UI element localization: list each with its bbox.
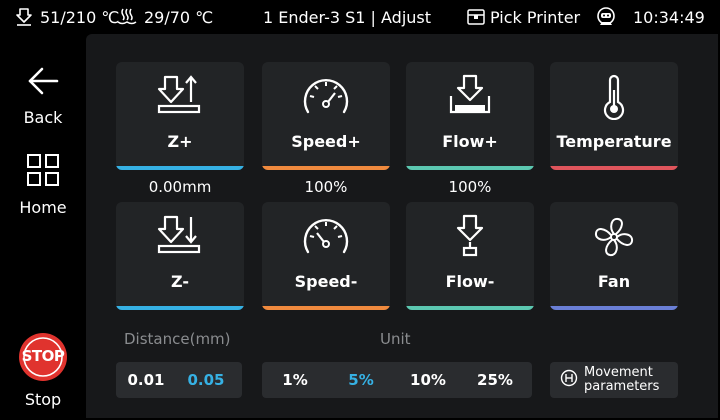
- unit-option-5[interactable]: 5%: [328, 371, 394, 389]
- printer-title: 1 Ender-3 S1 | Adjust: [263, 7, 432, 27]
- flow-down-label: Flow-: [445, 272, 495, 291]
- bed-heat-icon: [116, 7, 138, 27]
- speed-down-color-bar: [262, 306, 390, 310]
- grid-home-icon: [25, 152, 61, 192]
- sidebar: Back Home STOP Stop: [0, 34, 86, 420]
- speedometer-icon: [301, 214, 351, 264]
- speed-value: 100%: [304, 178, 348, 196]
- flow-value: 100%: [448, 178, 492, 196]
- speed-up-color-bar: [262, 166, 390, 170]
- distance-option-0-01[interactable]: 0.01: [116, 371, 176, 389]
- movement-label-line1: Movement: [584, 365, 653, 380]
- fan-icon: [591, 214, 637, 264]
- nozzle-icon: [14, 7, 34, 27]
- pick-printer-button[interactable]: Pick Printer: [466, 0, 580, 34]
- pick-printer-label: Pick Printer: [490, 7, 581, 27]
- z-down-button[interactable]: Z-: [116, 202, 244, 310]
- z-up-label: Z+: [167, 132, 193, 151]
- z-up-button[interactable]: Z+: [116, 62, 244, 170]
- z-up-color-bar: [116, 166, 244, 170]
- flow-up-label: Flow+: [442, 132, 498, 151]
- movement-label: Movement parameters: [584, 366, 659, 394]
- fan-button[interactable]: Fan: [550, 202, 678, 310]
- fan-color-bar: [550, 306, 678, 310]
- distance-option-0-05[interactable]: 0.05: [176, 371, 236, 389]
- speed-up-button[interactable]: Speed+: [262, 62, 390, 170]
- movement-icon: [560, 369, 578, 391]
- temperature-label: Temperature: [556, 132, 672, 151]
- flow-down-icon: [447, 214, 493, 262]
- z-down-color-bar: [116, 306, 244, 310]
- stop-label: Stop: [24, 390, 62, 409]
- unit-option-25[interactable]: 25%: [462, 371, 528, 389]
- adjust-panel: Z+ 0.00mm Speed+ 100% Flow+ 100% Tempera…: [86, 34, 718, 418]
- thermometer-icon: [599, 74, 629, 124]
- bed-temp-text: 29/70 ℃: [144, 7, 214, 27]
- home-label: Home: [19, 198, 67, 217]
- stop-icon: STOP: [18, 332, 68, 382]
- status-bar: 51/210 ℃ 29/70 ℃ 1 Ender-3 S1 | Adjust P…: [0, 0, 720, 34]
- nozzle-temp-indicator: 51/210 ℃: [14, 0, 119, 34]
- stop-button[interactable]: STOP Stop: [0, 332, 86, 409]
- flow-up-button[interactable]: Flow+: [406, 62, 534, 170]
- stop-icon-text: STOP: [21, 347, 65, 365]
- nozzle-temp-text: 51/210 ℃: [40, 7, 120, 27]
- flow-down-color-bar: [406, 306, 534, 310]
- z-up-icon: [157, 74, 203, 120]
- unit-option-10[interactable]: 10%: [394, 371, 462, 389]
- arrow-left-icon: [26, 64, 60, 102]
- z-offset-value: 0.00mm: [148, 178, 212, 196]
- unit-option-1[interactable]: 1%: [262, 371, 328, 389]
- back-label: Back: [23, 108, 63, 127]
- bed-temp-indicator: 29/70 ℃: [116, 0, 213, 34]
- printer-icon: [466, 7, 486, 27]
- distance-title: Distance(mm): [124, 330, 231, 348]
- movement-label-line2: parameters: [584, 379, 660, 394]
- speedometer-icon: [301, 74, 351, 124]
- back-button[interactable]: Back: [0, 64, 86, 127]
- clock: 10:34:49: [633, 7, 705, 27]
- movement-parameters-button[interactable]: Movement parameters: [550, 362, 678, 398]
- z-down-label: Z-: [171, 272, 189, 291]
- distance-selector: 0.01 0.05: [116, 362, 242, 398]
- fan-label: Fan: [597, 272, 631, 291]
- flow-up-color-bar: [406, 166, 534, 170]
- z-down-icon: [157, 214, 203, 260]
- flow-down-button[interactable]: Flow-: [406, 202, 534, 310]
- unit-title: Unit: [380, 330, 411, 348]
- home-button[interactable]: Home: [0, 152, 86, 217]
- speed-down-label: Speed-: [294, 272, 358, 291]
- temperature-button[interactable]: Temperature: [550, 62, 678, 170]
- temperature-color-bar: [550, 166, 678, 170]
- speed-down-button[interactable]: Speed-: [262, 202, 390, 310]
- speed-up-label: Speed+: [291, 132, 361, 151]
- unit-selector: 1% 5% 10% 25%: [262, 362, 532, 398]
- flow-up-icon: [447, 74, 493, 120]
- robot-icon[interactable]: [594, 0, 618, 34]
